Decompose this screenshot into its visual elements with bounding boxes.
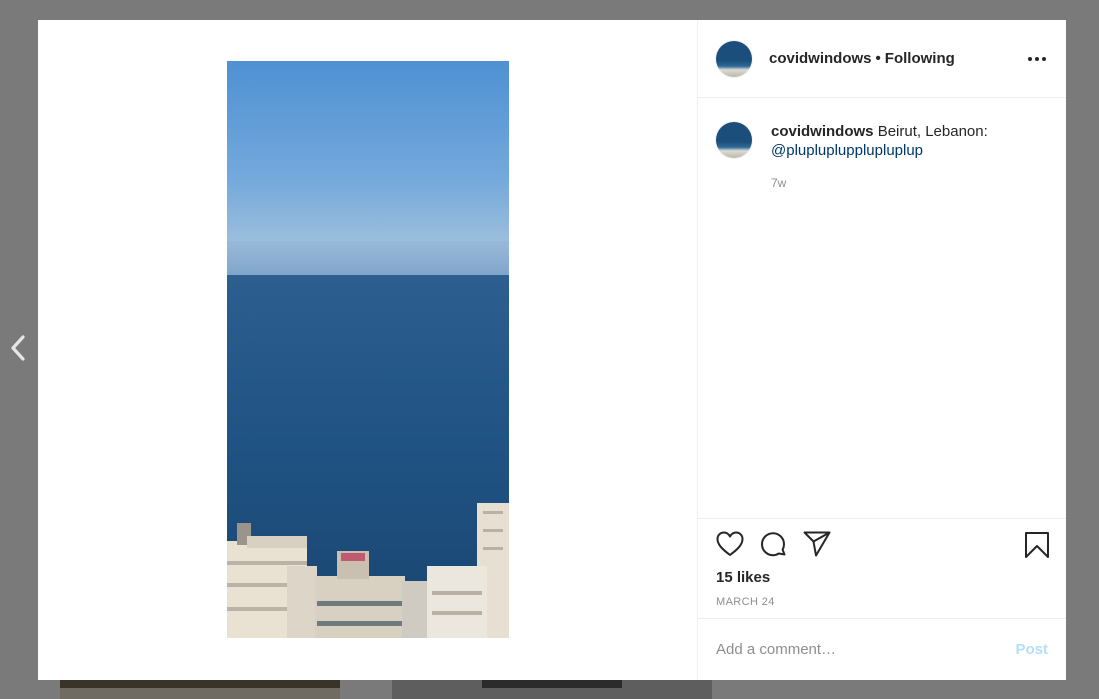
separator-dot: • xyxy=(875,50,881,67)
comment-form: Post xyxy=(698,618,1066,680)
post-sidebar: covidwindows • Following covidwindows Beir… xyxy=(698,20,1066,680)
post-modal: covidwindows • Following covidwindows Beir… xyxy=(38,20,1066,680)
feed-thumbnail[interactable] xyxy=(392,680,712,699)
avatar[interactable] xyxy=(716,40,752,77)
likes-count[interactable]: 15 likes xyxy=(716,569,770,586)
username-link[interactable]: covidwindows xyxy=(769,50,872,67)
more-options-icon xyxy=(1028,56,1046,61)
post-photo[interactable] xyxy=(227,61,509,638)
caption-username[interactable]: covidwindows xyxy=(771,123,874,140)
caption: covidwindows Beirut, Lebanon: @plupluplu… xyxy=(716,122,1050,193)
comment-bubble-icon[interactable] xyxy=(759,531,787,564)
chevron-left-icon xyxy=(10,334,26,367)
bookmark-icon[interactable] xyxy=(1024,531,1050,564)
paper-plane-icon[interactable] xyxy=(803,531,831,562)
post-actions: 15 likes MARCH 24 xyxy=(698,518,1066,618)
comments-section: covidwindows Beirut, Lebanon: @plupluplu… xyxy=(698,98,1066,518)
caption-timestamp[interactable]: 7w xyxy=(771,174,1011,193)
caption-mention-link[interactable]: @plupluplupplupluplup xyxy=(771,142,923,159)
post-media xyxy=(38,20,698,680)
following-button[interactable]: Following xyxy=(885,50,955,67)
caption-body: covidwindows Beirut, Lebanon: @plupluplu… xyxy=(771,122,1011,193)
header-title: covidwindows • Following xyxy=(769,50,955,67)
heart-icon[interactable] xyxy=(716,531,744,562)
post-header: covidwindows • Following xyxy=(698,20,1066,98)
post-date[interactable]: MARCH 24 xyxy=(716,596,775,608)
comment-input[interactable] xyxy=(716,641,1016,658)
avatar[interactable] xyxy=(716,122,752,158)
caption-text: Beirut, Lebanon: xyxy=(877,123,988,140)
action-icons xyxy=(716,531,1050,561)
previous-post-button[interactable] xyxy=(4,332,32,368)
more-options-button[interactable] xyxy=(1024,53,1050,65)
feed-thumbnail[interactable] xyxy=(60,680,340,699)
post-comment-button[interactable]: Post xyxy=(1015,641,1048,658)
